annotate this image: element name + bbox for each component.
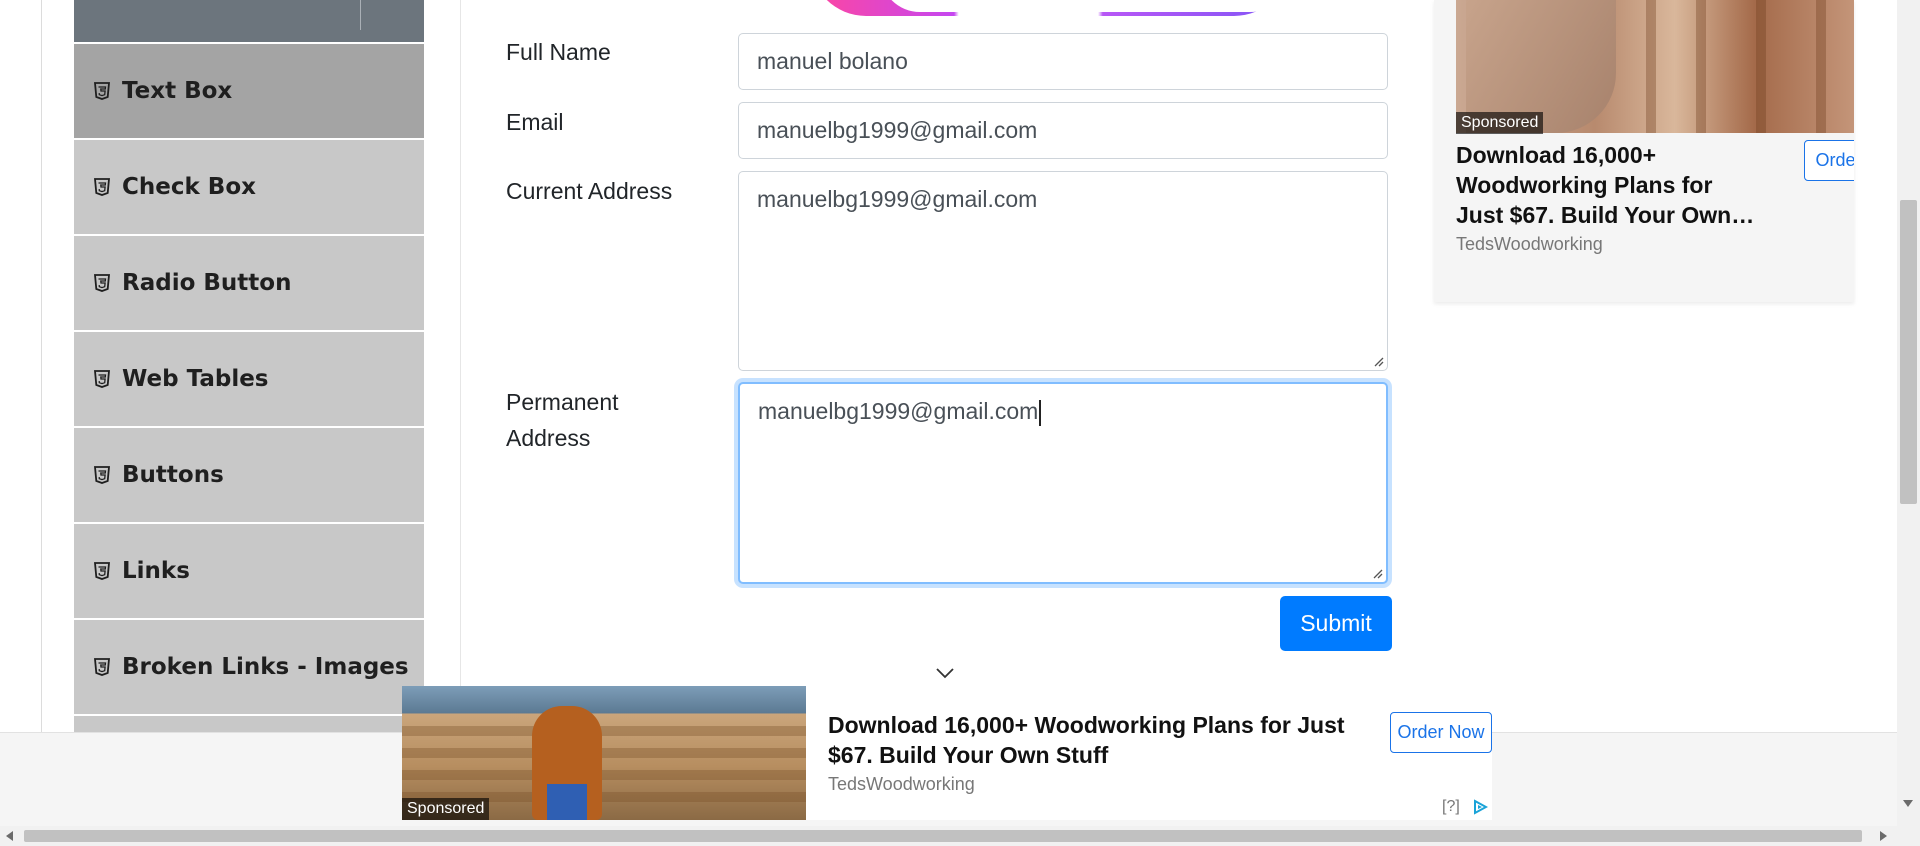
vertical-scrollbar[interactable] — [1897, 0, 1920, 826]
ad-bottom-title-line2: $67. Build Your Own Stuff — [828, 742, 1109, 768]
scroll-right-arrow-icon[interactable] — [1880, 831, 1887, 841]
email-input[interactable]: manuelbg1999@gmail.com — [738, 102, 1388, 159]
ad-photo-jeans — [547, 784, 587, 820]
horizontal-scroll-thumb[interactable] — [24, 830, 1862, 842]
horizontal-scrollbar[interactable] — [0, 826, 1920, 846]
ad-photo-plank — [1696, 0, 1706, 133]
permanent-address-label: Permanent Address — [506, 384, 619, 456]
full-name-label: Full Name — [506, 39, 611, 65]
current-address-textarea[interactable]: manuelbg1999@gmail.com — [738, 171, 1388, 371]
ad-help-link[interactable]: [?] — [1442, 798, 1460, 816]
sidebar-item-web-tables[interactable]: Web Tables — [74, 332, 424, 426]
ad-right-title-line1: Download 16,000+ — [1456, 142, 1657, 168]
order-now-button[interactable]: Order Now — [1390, 712, 1492, 753]
sidebar-item-broken-links-images[interactable]: Broken Links - Images — [74, 620, 424, 714]
sidebar-menu: Text Box Check Box Radio Button Web Tabl… — [74, 44, 424, 732]
chevron-down-icon[interactable] — [935, 666, 955, 680]
ad-photo-log — [402, 726, 806, 736]
sidebar-item-buttons[interactable]: Buttons — [74, 428, 424, 522]
ad-bottom-title-line1: Download 16,000+ Woodworking Plans for J… — [828, 712, 1345, 738]
ad-bottom[interactable]: Sponsored Download 16,000+ Woodworking P… — [402, 686, 1492, 820]
text-cursor — [1039, 399, 1042, 426]
html5-icon — [94, 273, 110, 293]
sidebar-item-text-box[interactable]: Text Box — [74, 44, 424, 138]
order-now-button[interactable]: Order Now — [1804, 140, 1854, 181]
sidebar-item-label: Links — [122, 558, 190, 584]
scroll-down-arrow-icon[interactable] — [1903, 800, 1913, 807]
sidebar-item-label: Text Box — [122, 78, 233, 104]
ad-photo-plank — [1646, 0, 1656, 133]
current-address-value: manuelbg1999@gmail.com — [757, 186, 1038, 212]
email-label: Email — [506, 109, 564, 135]
page-left-border — [41, 0, 42, 732]
current-address-label: Current Address — [506, 178, 673, 204]
sidebar-item-links[interactable]: Links — [74, 524, 424, 618]
sidebar-item-label: Check Box — [122, 174, 256, 200]
scroll-left-arrow-icon[interactable] — [6, 831, 13, 841]
submit-button[interactable]: Submit — [1280, 596, 1392, 651]
group-header-divider — [360, 0, 361, 30]
sponsored-badge: Sponsored — [1456, 112, 1544, 134]
sidebar-item-radio-button[interactable]: Radio Button — [74, 236, 424, 330]
ad-right-title-line2: Woodworking Plans for — [1456, 172, 1713, 198]
html5-icon — [94, 81, 110, 101]
banner-logo-mask — [880, 0, 1290, 12]
ad-right-title-line3: Just $67. Build Your Own… — [1456, 202, 1755, 228]
sidebar-item-label: Radio Button — [122, 270, 292, 296]
sponsored-badge: Sponsored — [402, 798, 490, 820]
content-divider — [460, 0, 461, 732]
sidebar-item-label: Web Tables — [122, 366, 269, 392]
html5-icon — [94, 561, 110, 581]
html5-icon — [94, 657, 110, 677]
permanent-address-label-line2: Address — [506, 425, 591, 451]
ad-right-title[interactable]: Download 16,000+ Woodworking Plans for J… — [1456, 140, 1754, 230]
sidebar-item-check-box[interactable]: Check Box — [74, 140, 424, 234]
sidebar: Text Box Check Box Radio Button Web Tabl… — [74, 0, 424, 732]
email-value: manuelbg1999@gmail.com — [757, 117, 1038, 143]
resize-handle-icon[interactable] — [1372, 355, 1384, 367]
sidebar-item-label: Buttons — [122, 462, 224, 488]
ad-right[interactable]: Sponsored Download 16,000+ Woodworking P… — [1434, 0, 1854, 302]
ad-bottom-title[interactable]: Download 16,000+ Woodworking Plans for J… — [828, 710, 1345, 770]
sidebar-item-label: Broken Links - Images — [122, 654, 409, 680]
ad-photo-plank — [1756, 0, 1766, 133]
elements-group-header[interactable] — [74, 0, 424, 42]
full-name-value: manuel bolano — [757, 48, 908, 74]
sidebar-item-next[interactable] — [74, 716, 424, 732]
html5-icon — [94, 465, 110, 485]
html5-icon — [94, 177, 110, 197]
resize-handle-icon[interactable] — [1371, 567, 1383, 579]
ad-photo-log — [402, 748, 806, 758]
html5-icon — [94, 369, 110, 389]
ad-photo-log — [402, 770, 806, 780]
ad-right-source[interactable]: TedsWoodworking — [1456, 234, 1603, 255]
permanent-address-textarea[interactable]: manuelbg1999@gmail.com — [738, 382, 1388, 584]
ad-photo-plank — [1816, 0, 1826, 133]
adchoices-icon[interactable] — [1472, 799, 1488, 815]
permanent-address-value: manuelbg1999@gmail.com — [758, 398, 1039, 424]
permanent-address-label-line1: Permanent — [506, 389, 619, 415]
full-name-input[interactable]: manuel bolano — [738, 33, 1388, 90]
vertical-scroll-thumb[interactable] — [1900, 200, 1917, 504]
ad-bottom-source[interactable]: TedsWoodworking — [828, 774, 975, 795]
